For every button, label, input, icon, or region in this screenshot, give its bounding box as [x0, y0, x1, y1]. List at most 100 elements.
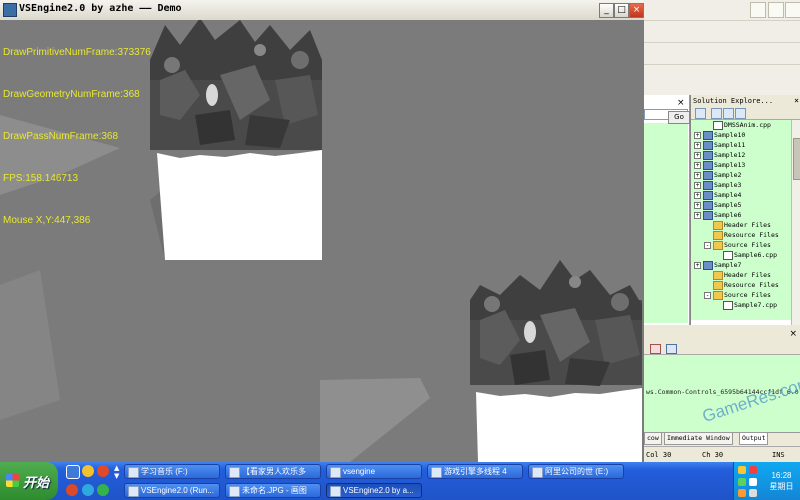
- tree-item-label: Sample2: [714, 171, 742, 179]
- window-icon: [128, 467, 139, 478]
- project-icon: [703, 171, 713, 180]
- tree-item-label: Header Files: [724, 221, 771, 229]
- expand-toggle-icon[interactable]: -: [704, 292, 711, 299]
- taskbar-button-label: 未命名.JPG - 画图: [242, 486, 307, 495]
- minimize-button[interactable]: _: [599, 3, 614, 18]
- expand-toggle-icon[interactable]: +: [694, 152, 701, 159]
- expand-toggle-icon[interactable]: +: [694, 202, 701, 209]
- white-base-top-left: [157, 150, 322, 260]
- start-button[interactable]: 开始: [0, 462, 58, 500]
- ide-toolbar-button[interactable]: [768, 2, 784, 18]
- game-window: VSEngine2.0 by azhe —— Demo _ □ × DrawPr…: [0, 0, 644, 462]
- scrollbar-thumb[interactable]: [793, 138, 800, 180]
- expand-toggle-icon[interactable]: +: [694, 212, 701, 219]
- clock-day: 星期日: [769, 482, 794, 491]
- ide-toolbar-button[interactable]: [785, 2, 800, 18]
- tab-output[interactable]: Output: [739, 433, 769, 445]
- ground-shadow-left-lower: [0, 270, 60, 420]
- expand-toggle-icon[interactable]: -: [704, 242, 711, 249]
- solution-explorer-close-icon[interactable]: ×: [794, 95, 799, 107]
- media-player-icon[interactable]: [97, 465, 109, 477]
- expand-toggle-icon[interactable]: +: [694, 142, 701, 149]
- taskbar-button[interactable]: 阿里公司的世 (E:): [528, 464, 624, 479]
- taskbar-button[interactable]: 【看家男人欢乐多: [225, 464, 321, 479]
- hud-fps: FPS:158.146713: [3, 173, 79, 184]
- taskbar-button[interactable]: vsengine: [326, 464, 422, 479]
- tree-item-label: Sample6.cpp: [734, 251, 778, 259]
- tree-item-label: Header Files: [724, 271, 771, 279]
- system-tray: 16:28 星期日: [733, 462, 800, 500]
- windows-logo-icon: [6, 474, 19, 487]
- tray-icon[interactable]: [749, 478, 757, 486]
- tree-item-label: Source Files: [724, 291, 771, 299]
- taskbar-button[interactable]: VSEngine2.0 by a...: [326, 483, 422, 498]
- tree-item-label: Sample5: [714, 201, 742, 209]
- class-view-panel: [644, 95, 690, 325]
- taskbar-button-label: 学习音乐 (F:): [141, 467, 188, 476]
- tab-immediate-window[interactable]: Immediate Window: [664, 433, 733, 445]
- taskbar-button[interactable]: 未命名.JPG - 画图: [225, 483, 321, 498]
- tree-item-label: Sample11: [714, 141, 746, 149]
- tray-icon[interactable]: [738, 489, 746, 497]
- expand-toggle-icon[interactable]: +: [694, 192, 701, 199]
- go-button[interactable]: Go: [668, 111, 690, 124]
- taskbar-button[interactable]: 学习音乐 (F:): [124, 464, 220, 479]
- volume-icon[interactable]: [749, 489, 757, 497]
- output-header: ×: [644, 329, 800, 342]
- view-code-icon[interactable]: [735, 108, 746, 119]
- expand-toggle-icon[interactable]: +: [694, 262, 701, 269]
- taskbar-button[interactable]: VSEngine2.0 (Run...: [124, 483, 220, 498]
- tray-icon[interactable]: [738, 478, 746, 486]
- solution-tree: DMSSAnim.cpp + Sample10 + Sample11 + Sample12 +…: [691, 120, 791, 320]
- tray-icon[interactable]: [749, 466, 757, 474]
- solution-scrollbar[interactable]: [791, 120, 800, 325]
- show-all-files-icon[interactable]: [711, 108, 722, 119]
- maximize-button[interactable]: □: [614, 3, 629, 18]
- folder-icon: [713, 221, 723, 230]
- tree-item-label: Resource Files: [724, 281, 779, 289]
- output-tabs: cow Immediate Window Output: [644, 432, 800, 445]
- messenger-icon[interactable]: [97, 484, 109, 496]
- show-desktop-icon[interactable]: [66, 465, 80, 479]
- tab-call-stack[interactable]: cow: [644, 433, 662, 445]
- solution-explorer-title: Solution Explore...: [693, 97, 774, 105]
- hud-mouse-position: Mouse X,Y:447,386: [3, 215, 91, 226]
- toggle-wrap-icon[interactable]: [666, 344, 677, 354]
- hud-pass-count: DrawPassNumFrame:368: [3, 131, 119, 142]
- qq-icon[interactable]: [82, 465, 94, 477]
- browser-icon[interactable]: [66, 484, 78, 496]
- ide-toolbar-button[interactable]: [750, 2, 766, 18]
- tray-icon[interactable]: [738, 466, 746, 474]
- tree-item-label: Sample3: [714, 181, 742, 189]
- output-close-icon[interactable]: ×: [789, 329, 797, 339]
- project-icon: [703, 191, 713, 200]
- panel-close-icon[interactable]: ×: [677, 98, 685, 108]
- folder-icon: [713, 231, 723, 240]
- properties-icon[interactable]: [695, 108, 706, 119]
- debug-hud: DrawPrimitiveNumFrame:373376 DrawGeometr…: [3, 18, 151, 256]
- monster-mesh-top-left: [150, 20, 322, 150]
- clock[interactable]: 16:28 星期日: [764, 470, 799, 492]
- tree-item-label: DMSSAnim.cpp: [724, 121, 771, 129]
- solution-explorer-toolbar: [691, 107, 800, 120]
- tree-item-label: Sample7.cpp: [734, 301, 778, 309]
- close-button[interactable]: ×: [629, 3, 644, 18]
- status-column: Col 30: [646, 451, 672, 459]
- task-scroll-arrows[interactable]: ▲ ▼: [114, 464, 119, 480]
- status-insert-mode: INS: [772, 451, 785, 459]
- expand-toggle-icon[interactable]: +: [694, 172, 701, 179]
- expand-toggle-icon[interactable]: +: [694, 162, 701, 169]
- ie-icon[interactable]: [82, 484, 94, 496]
- output-toolbar: [644, 342, 800, 355]
- refresh-icon[interactable]: [723, 108, 734, 119]
- window-icon: [229, 467, 240, 478]
- clear-output-icon[interactable]: [650, 344, 661, 354]
- window-icon: [431, 467, 442, 478]
- tree-item-label: Sample4: [714, 191, 742, 199]
- expand-toggle-icon[interactable]: +: [694, 182, 701, 189]
- ide-statusbar: Col 30 Ch 30 INS: [644, 446, 800, 462]
- expand-toggle-icon[interactable]: +: [694, 132, 701, 139]
- status-character: Ch 30: [702, 451, 724, 459]
- taskbar-button[interactable]: 游戏引擎多线程 4: [427, 464, 523, 479]
- taskbar-button-label: 阿里公司的世 (E:): [545, 467, 609, 476]
